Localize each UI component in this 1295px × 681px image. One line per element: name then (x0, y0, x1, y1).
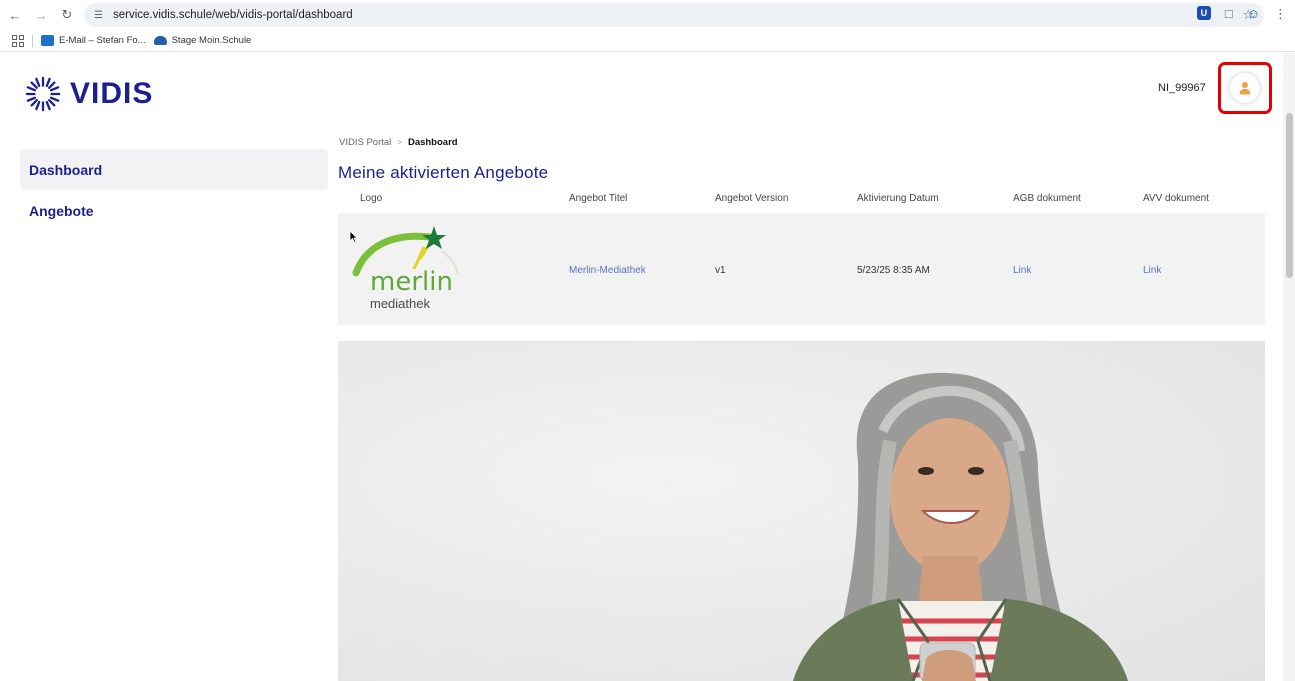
bookmark-stage-moin-schule[interactable]: Stage Moin.Schule (153, 35, 252, 46)
bookmark-label: Stage Moin.Schule (171, 35, 252, 46)
user-icon (1239, 82, 1251, 95)
extension-icon[interactable]: U (1196, 6, 1211, 20)
offer-title-link[interactable]: Merlin-Mediathek (569, 265, 646, 276)
offer-version: v1 (715, 265, 726, 276)
menu-kebab-icon[interactable]: ⋮ (1274, 6, 1287, 22)
brand-name: VIDIS (70, 77, 154, 110)
woman-photo-illustration (793, 372, 1128, 681)
mouse-cursor-icon (349, 230, 358, 243)
avv-link[interactable]: Link (1143, 265, 1161, 276)
apps-grid-icon[interactable] (12, 34, 24, 47)
column-header-title: Angebot Titel (569, 193, 628, 204)
avatar-button[interactable] (1230, 73, 1260, 103)
address-bar[interactable]: ☰ service.vidis.schule/web/vidis-portal/… (84, 3, 1264, 27)
bookmarks-bar: E-Mail – Stefan Fo... Stage Moin.Schule (0, 30, 1295, 52)
url-text: service.vidis.schule/web/vidis-portal/da… (112, 9, 353, 21)
stage-icon (153, 36, 167, 45)
table-row: merlin mediathek Merlin-Mediathek v1 5/2… (338, 213, 1265, 325)
merlin-logo-subtext: mediathek (370, 296, 430, 311)
bookmark-label: E-Mail – Stefan Fo... (59, 35, 146, 46)
profile-icon[interactable]: ☺ (1247, 6, 1260, 22)
site-info-icon[interactable]: ☰ (94, 10, 103, 21)
merlin-logo-text: merlin (370, 267, 453, 297)
breadcrumb-root[interactable]: VIDIS Portal (339, 137, 391, 148)
user-id: NI_99967 (1158, 82, 1206, 94)
column-header-logo: Logo (360, 193, 383, 204)
outlook-icon (41, 35, 54, 46)
column-header-date: Aktivierung Datum (857, 193, 939, 204)
column-header-version: Angebot Version (715, 193, 789, 204)
table-header: Logo Angebot Titel Angebot Version Aktiv… (338, 191, 1265, 213)
back-icon[interactable]: ← (4, 4, 26, 26)
breadcrumb-separator-icon: > (397, 138, 402, 147)
page-scrollbar[interactable] (1283, 53, 1295, 681)
breadcrumb-current: Dashboard (407, 137, 458, 148)
hero-image (338, 341, 1265, 681)
avatar-highlight-box (1218, 62, 1272, 114)
breadcrumb: VIDIS Portal > Dashboard (339, 137, 458, 148)
sidebar: Dashboard Angebote (20, 149, 328, 231)
reload-icon[interactable]: ↻ (56, 4, 78, 26)
page: VIDIS NI_99967 Dashboard Angebote VIDIS … (0, 53, 1283, 681)
browser-toolbar: ← → ↻ ☰ service.vidis.schule/web/vidis-p… (0, 0, 1295, 30)
column-header-avv: AVV dokument (1143, 193, 1209, 204)
activation-date: 5/23/25 8:35 AM (857, 265, 930, 276)
sidebar-item-label: Dashboard (29, 161, 103, 178)
forward-icon[interactable]: → (30, 4, 52, 26)
extensions-puzzle-icon[interactable]: □ (1225, 6, 1233, 22)
bookmarks-divider (32, 34, 33, 47)
sidebar-item-dashboard[interactable]: Dashboard (20, 149, 328, 190)
bookmark-email[interactable]: E-Mail – Stefan Fo... (41, 35, 146, 46)
agb-link[interactable]: Link (1013, 265, 1031, 276)
sidebar-item-angebote[interactable]: Angebote (20, 190, 328, 231)
column-header-agb: AGB dokument (1013, 193, 1081, 204)
sidebar-item-label: Angebote (29, 202, 94, 219)
scrollbar-thumb[interactable] (1286, 113, 1293, 278)
page-title: Meine aktivierten Angebote (338, 163, 549, 182)
merlin-mediathek-logo: merlin mediathek (352, 223, 462, 315)
vidis-logo-icon (25, 76, 61, 112)
vidis-logo[interactable]: VIDIS (24, 75, 153, 113)
